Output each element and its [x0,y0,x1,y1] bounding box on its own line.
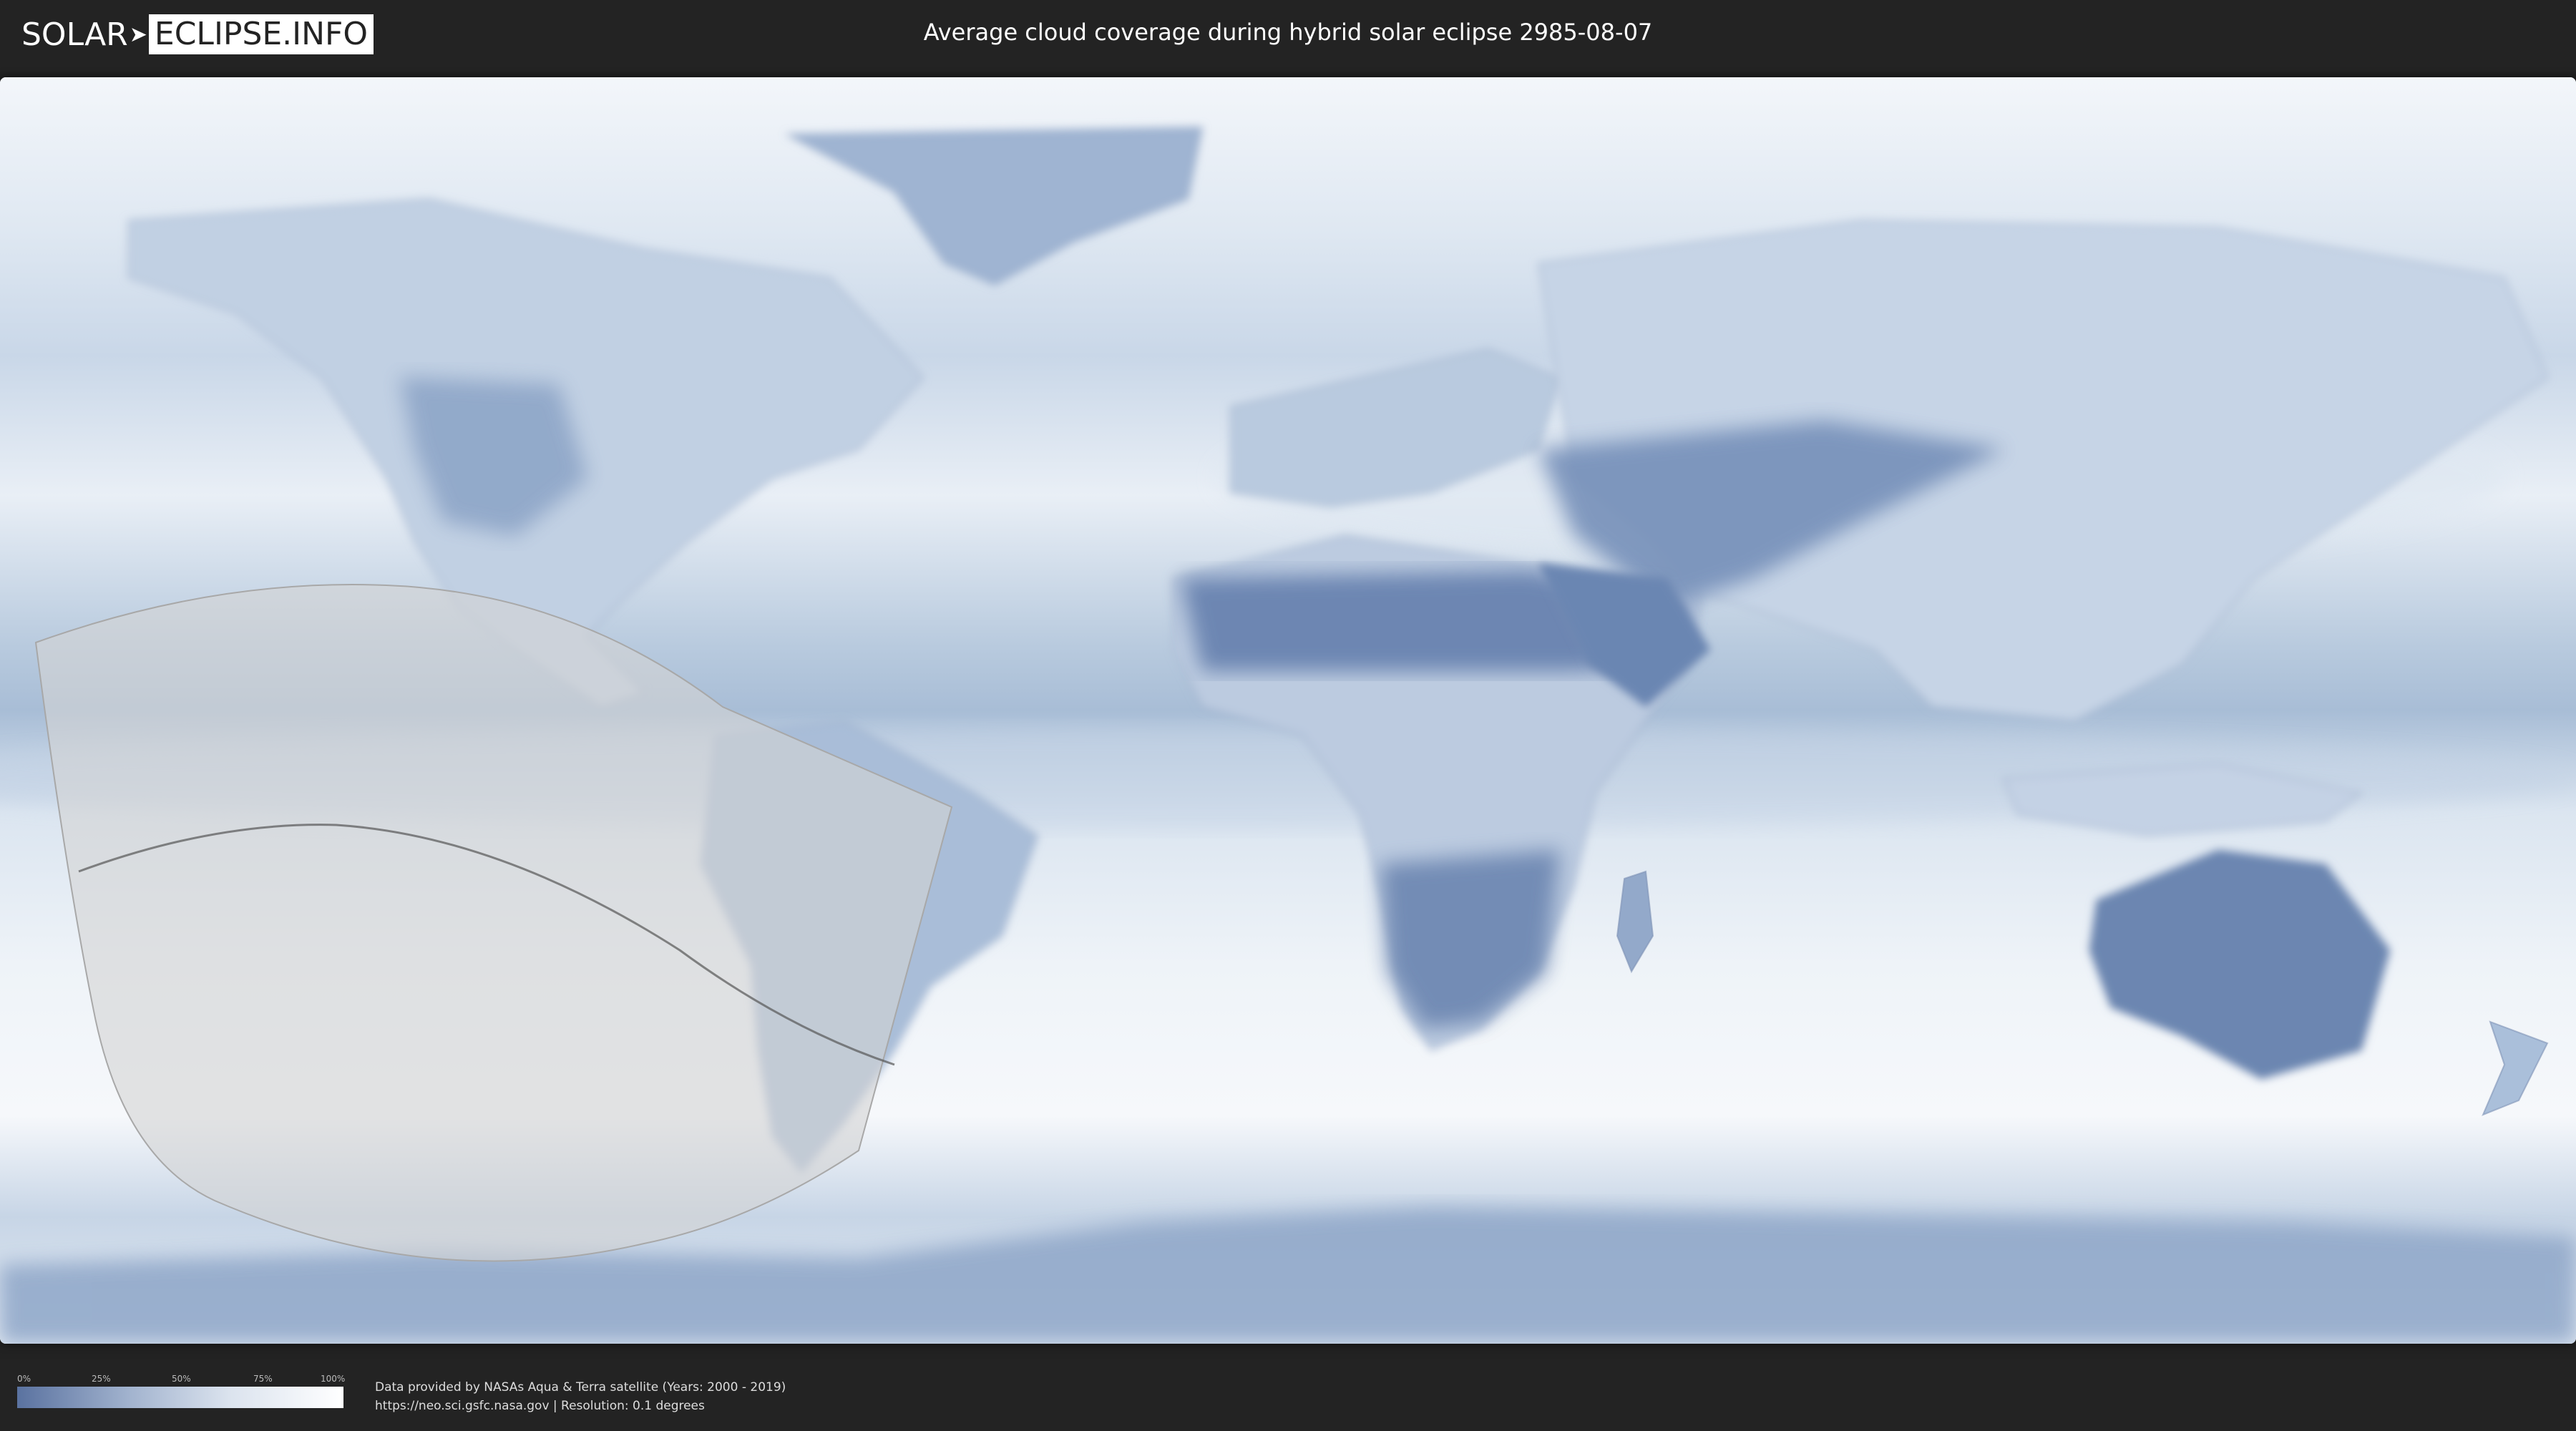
data-credits: Data provided by NASAs Aqua & Terra sate… [375,1378,786,1415]
legend-tick-25: 25% [92,1374,111,1384]
credits-line-2[interactable]: https://neo.sci.gsfc.nasa.gov | Resoluti… [375,1397,786,1415]
map-svg [0,77,2576,1344]
cloud-coverage-legend: 0% 25% 50% 75% 100% [17,1372,346,1408]
credits-line-1: Data provided by NASAs Aqua & Terra sate… [375,1380,786,1395]
legend-tick-0: 0% [17,1374,31,1384]
header-bar: SOLAR ➤ ECLIPSE.INFO Average cloud cover… [0,0,2576,72]
legend-tick-50: 50% [172,1374,191,1384]
page-title: Average cloud coverage during hybrid sol… [923,19,1653,46]
legend-color-bar [17,1387,343,1408]
cloud-coverage-map[interactable] [0,77,2576,1344]
legend-ticks: 0% 25% 50% 75% 100% [17,1372,346,1387]
legend-tick-100: 100% [321,1374,346,1384]
legend-tick-75: 75% [253,1374,273,1384]
